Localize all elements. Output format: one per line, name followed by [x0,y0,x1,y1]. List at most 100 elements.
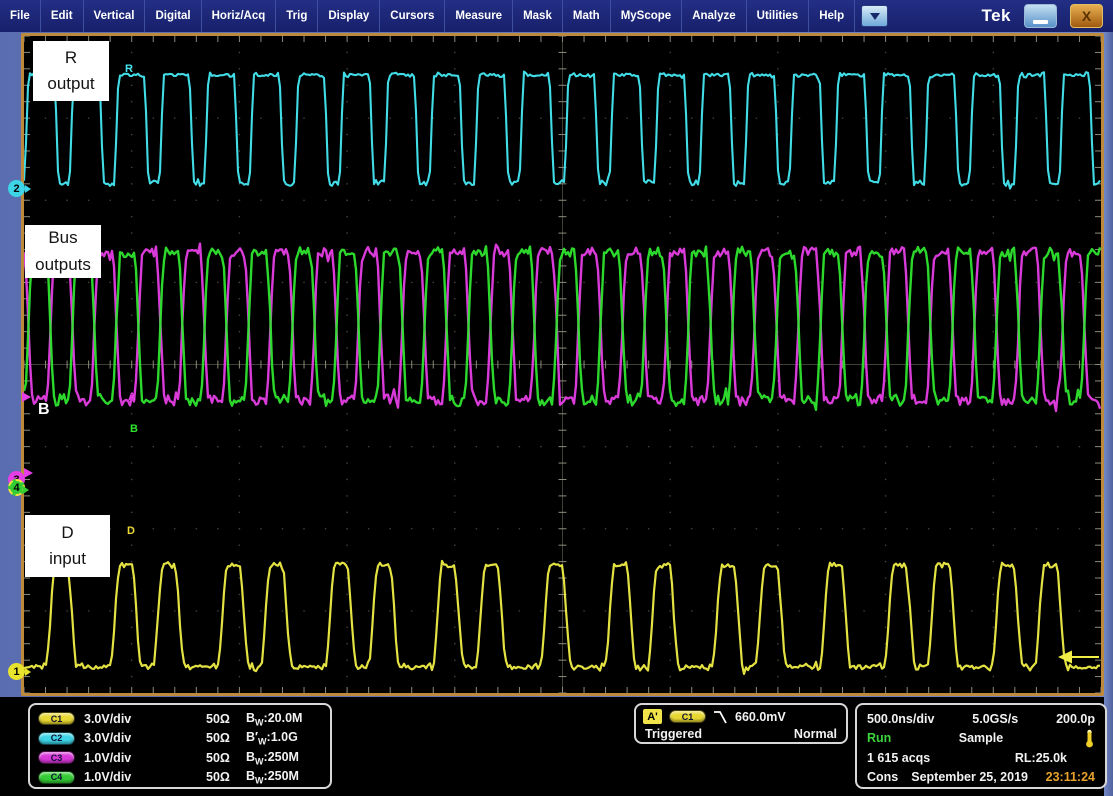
channel-3-bandwidth: BW:250M [246,750,299,767]
trigger-source-badge[interactable]: C1 [669,710,706,723]
channel-4-bandwidth: BW:250M [246,769,299,786]
timebase-scale: 500.0ns/div [867,712,934,726]
menu-item-utilities[interactable]: Utilities [747,0,810,32]
svg-text:B: B [38,401,50,418]
svg-text:A: A [128,391,136,403]
channel-1-badge[interactable]: C1 [38,712,75,725]
svg-text:R: R [125,63,133,75]
screen-frame-right [1104,32,1113,796]
trigger-a-badge: A' [643,709,662,724]
menu-item-horiz-acq[interactable]: Horiz/Acq [202,0,277,32]
record-length: RL:25.0k [1015,751,1067,765]
svg-text:D: D [127,525,135,537]
acquisition-count: 1 615 acqs [867,751,930,765]
minimize-icon [1033,20,1048,24]
acqs-row: 1 615 acqs RL:25.0k [867,748,1095,768]
channel-4-scale: 1.0V/div [84,770,206,784]
channel-3-readout[interactable]: C3 1.0V/div 50Ω BW:250M [30,748,330,768]
channel-4-badge[interactable]: C4 [38,771,75,784]
acquisition-state: Run [867,731,959,745]
menu-item-help[interactable]: Help [809,0,855,32]
channel-4-impedance: 50Ω [206,770,246,784]
annotation-line: output [33,71,109,97]
menu-item-display[interactable]: Display [318,0,380,32]
timebase-row: 500.0ns/div 5.0GS/s 200.0p [867,709,1095,729]
menu-item-cursors[interactable]: Cursors [380,0,445,32]
date-label: September 25, 2019 [911,770,1028,784]
channel-2-marker[interactable]: 2 [8,180,25,197]
menu-dropdown-button[interactable] [861,5,888,27]
graticule-area: R A B B D R output Bus outputs D input [21,33,1104,696]
chevron-down-icon [870,13,880,20]
thermometer-icon [1084,729,1095,748]
channel-2-marker-label: 2 [13,183,19,195]
waveform-canvas: R A B B D [24,36,1101,693]
channel-1-bandwidth: BW:20.0M [246,711,302,728]
channel-2-bandwidth: B′W:1.0G [246,730,298,747]
annotation-line: outputs [25,252,101,278]
horizontal-readout-box[interactable]: 500.0ns/div 5.0GS/s 200.0p Run Sample 1 … [855,703,1107,789]
channel-1-marker-label: 1 [13,666,19,678]
menu-item-measure[interactable]: Measure [445,0,513,32]
channel-2-readout[interactable]: C2 3.0V/div 50Ω B′W:1.0G [30,729,330,749]
trigger-settings-row: A' C1 660.0mV [636,707,846,726]
menu-item-trig[interactable]: Trig [276,0,318,32]
channel-1-impedance: 50Ω [206,712,246,726]
annotation-d-input: D input [25,515,110,577]
acquisition-row: Run Sample [867,729,1095,749]
channel-4-readout[interactable]: C4 1.0V/div 50Ω BW:250M [30,768,330,788]
readout-bar: C1 3.0V/div 50Ω BW:20.0M C2 3.0V/div 50Ω… [0,697,1104,796]
channel-1-marker[interactable]: 1 [8,663,25,680]
channel-4-marker[interactable]: 4 [8,479,25,496]
channel-2-badge[interactable]: C2 [38,732,75,745]
menu-item-myscope[interactable]: MyScope [611,0,683,32]
channel-3-badge[interactable]: C3 [38,751,75,764]
close-button[interactable]: X [1070,4,1103,28]
channel-3-impedance: 50Ω [206,751,246,765]
channel-2-scale: 3.0V/div [84,731,206,745]
trigger-readout-box[interactable]: A' C1 660.0mV Triggered Normal [634,703,848,744]
annotation-line: D [25,520,110,546]
display-area: R A B B D R output Bus outputs D input [0,32,1113,697]
time-label: 23:11:24 [1046,770,1095,784]
annotation-line: R [33,45,109,71]
oscilloscope-screen: FileEditVerticalDigitalHoriz/AcqTrigDisp… [0,0,1113,796]
resolution: 200.0p [1056,712,1095,726]
channel-readout-box: C1 3.0V/div 50Ω BW:20.0M C2 3.0V/div 50Ω… [28,703,332,789]
menu-bar: FileEditVerticalDigitalHoriz/AcqTrigDisp… [0,0,1113,32]
channel-3-scale: 1.0V/div [84,751,206,765]
marker-pin-icon [23,486,29,494]
annotation-bus-outputs: Bus outputs [25,225,101,278]
marker-pin-icon [25,185,31,193]
trigger-status: Triggered [645,727,702,741]
menu-item-vertical[interactable]: Vertical [84,0,146,32]
channel-1-scale: 3.0V/div [84,712,206,726]
acquisition-mode: Sample [959,731,1003,745]
menu-item-analyze[interactable]: Analyze [682,0,746,32]
channel-3-level-arrow-icon[interactable] [22,392,31,402]
trigger-level: 660.0mV [735,710,786,724]
menu-item-edit[interactable]: Edit [41,0,84,32]
trigger-status-row: Triggered Normal [636,726,846,742]
sample-rate: 5.0GS/s [972,712,1018,726]
channel-1-readout[interactable]: C1 3.0V/div 50Ω BW:20.0M [30,709,330,729]
trigger-mode: Normal [794,727,837,741]
annotation-line: input [25,546,110,572]
datetime-row: Cons September 25, 2019 23:11:24 [867,768,1095,788]
marker-pin-icon [25,668,31,676]
menu-item-digital[interactable]: Digital [145,0,201,32]
menu-item-mask[interactable]: Mask [513,0,563,32]
annotation-line: Bus [25,225,101,251]
cons-label: Cons [867,770,898,784]
channel-2-impedance: 50Ω [206,731,246,745]
svg-text:B: B [130,423,138,435]
menu-items: FileEditVerticalDigitalHoriz/AcqTrigDisp… [0,0,855,32]
menu-item-math[interactable]: Math [563,0,611,32]
falling-edge-icon [713,709,728,725]
tek-logo: Tek [981,6,1011,26]
annotation-r-output: R output [33,41,109,101]
channel-3-marker-arrow-icon [24,468,33,478]
menu-item-file[interactable]: File [0,0,41,32]
channel-4-marker-label: 4 [13,482,19,494]
minimize-button[interactable] [1024,4,1057,28]
